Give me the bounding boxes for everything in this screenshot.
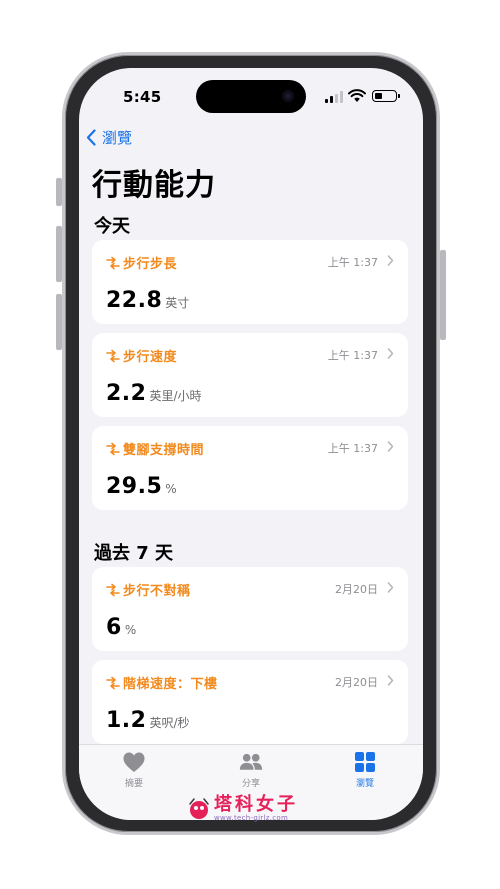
card-title: 階梯速度：下樓	[123, 677, 218, 692]
card-unit: %	[124, 623, 137, 637]
card-unit: 英里/小時	[149, 389, 202, 403]
heart-icon	[123, 752, 145, 772]
back-label: 瀏覽	[102, 128, 133, 147]
battery-icon	[372, 90, 400, 102]
chevron-right-icon	[387, 441, 394, 452]
status-time: 5:45	[123, 88, 162, 106]
cellular-signal-icon	[325, 91, 343, 103]
mobility-icon	[106, 256, 120, 269]
mobility-icon	[106, 676, 120, 689]
grid-icon	[355, 752, 375, 772]
card-date: 2月20日	[335, 676, 378, 689]
card-title: 雙腳支撐時間	[123, 443, 205, 458]
card-value: 1.2	[106, 708, 147, 733]
mobility-icon	[106, 442, 120, 455]
chevron-right-icon	[387, 582, 394, 593]
watermark: 塔科女子 www.tech-girlz.com	[186, 796, 298, 822]
card-title: 步行不對稱	[123, 584, 191, 599]
back-button[interactable]: 瀏覽	[86, 126, 132, 148]
card-walking-step-length[interactable]: 步行步長 上午 1:37 22.8 英寸	[92, 240, 408, 324]
card-title: 步行速度	[123, 350, 178, 365]
card-value: 6	[106, 615, 122, 640]
card-date: 上午 1:37	[327, 349, 378, 362]
watermark-logo-icon	[189, 798, 209, 819]
status-bar: 5:45	[79, 68, 423, 118]
chevron-right-icon	[387, 348, 394, 359]
card-walking-asymmetry[interactable]: 步行不對稱 2月20日 6 %	[92, 567, 408, 651]
card-double-support-time[interactable]: 雙腳支撐時間 上午 1:37 29.5 %	[92, 426, 408, 510]
card-value: 29.5	[106, 474, 163, 499]
tab-label: 摘要	[124, 779, 143, 789]
screen: 5:45 瀏覽 行動能力 今天 步行步長 上午 1:37 22.8 英寸 步行速…	[79, 68, 423, 820]
people-icon	[239, 753, 263, 770]
chevron-right-icon	[387, 675, 394, 686]
chevron-right-icon	[387, 255, 394, 266]
wifi-icon	[348, 89, 366, 102]
card-unit: 英寸	[165, 296, 190, 310]
card-value: 22.8	[106, 288, 163, 313]
card-date: 2月20日	[335, 583, 378, 596]
mobility-icon	[106, 583, 120, 596]
chevron-left-icon	[86, 128, 96, 146]
card-title: 步行步長	[123, 257, 178, 272]
card-stair-speed-down[interactable]: 階梯速度：下樓 2月20日 1.2 英呎/秒	[92, 660, 408, 744]
card-date: 上午 1:37	[327, 256, 378, 269]
tab-sharing[interactable]: 分享	[216, 751, 286, 789]
tab-label: 分享	[241, 779, 260, 789]
tab-label: 瀏覽	[355, 779, 374, 789]
dynamic-island	[196, 80, 306, 113]
power-button	[440, 250, 446, 340]
tab-summary[interactable]: 摘要	[99, 751, 169, 789]
card-unit: 英呎/秒	[149, 716, 190, 730]
front-camera	[282, 90, 294, 102]
card-unit: %	[165, 482, 177, 496]
watermark-url: www.tech-girlz.com	[214, 814, 289, 822]
card-date: 上午 1:37	[327, 442, 378, 455]
card-value: 2.2	[106, 381, 147, 406]
section-past-7-days-title: 過去 7 天	[94, 543, 174, 564]
section-today-title: 今天	[94, 216, 130, 237]
tab-browse[interactable]: 瀏覽	[330, 751, 400, 789]
page-title: 行動能力	[92, 168, 216, 203]
card-walking-speed[interactable]: 步行速度 上午 1:37 2.2 英里/小時	[92, 333, 408, 417]
watermark-text: 塔科女子	[214, 794, 298, 815]
mobility-icon	[106, 349, 120, 362]
